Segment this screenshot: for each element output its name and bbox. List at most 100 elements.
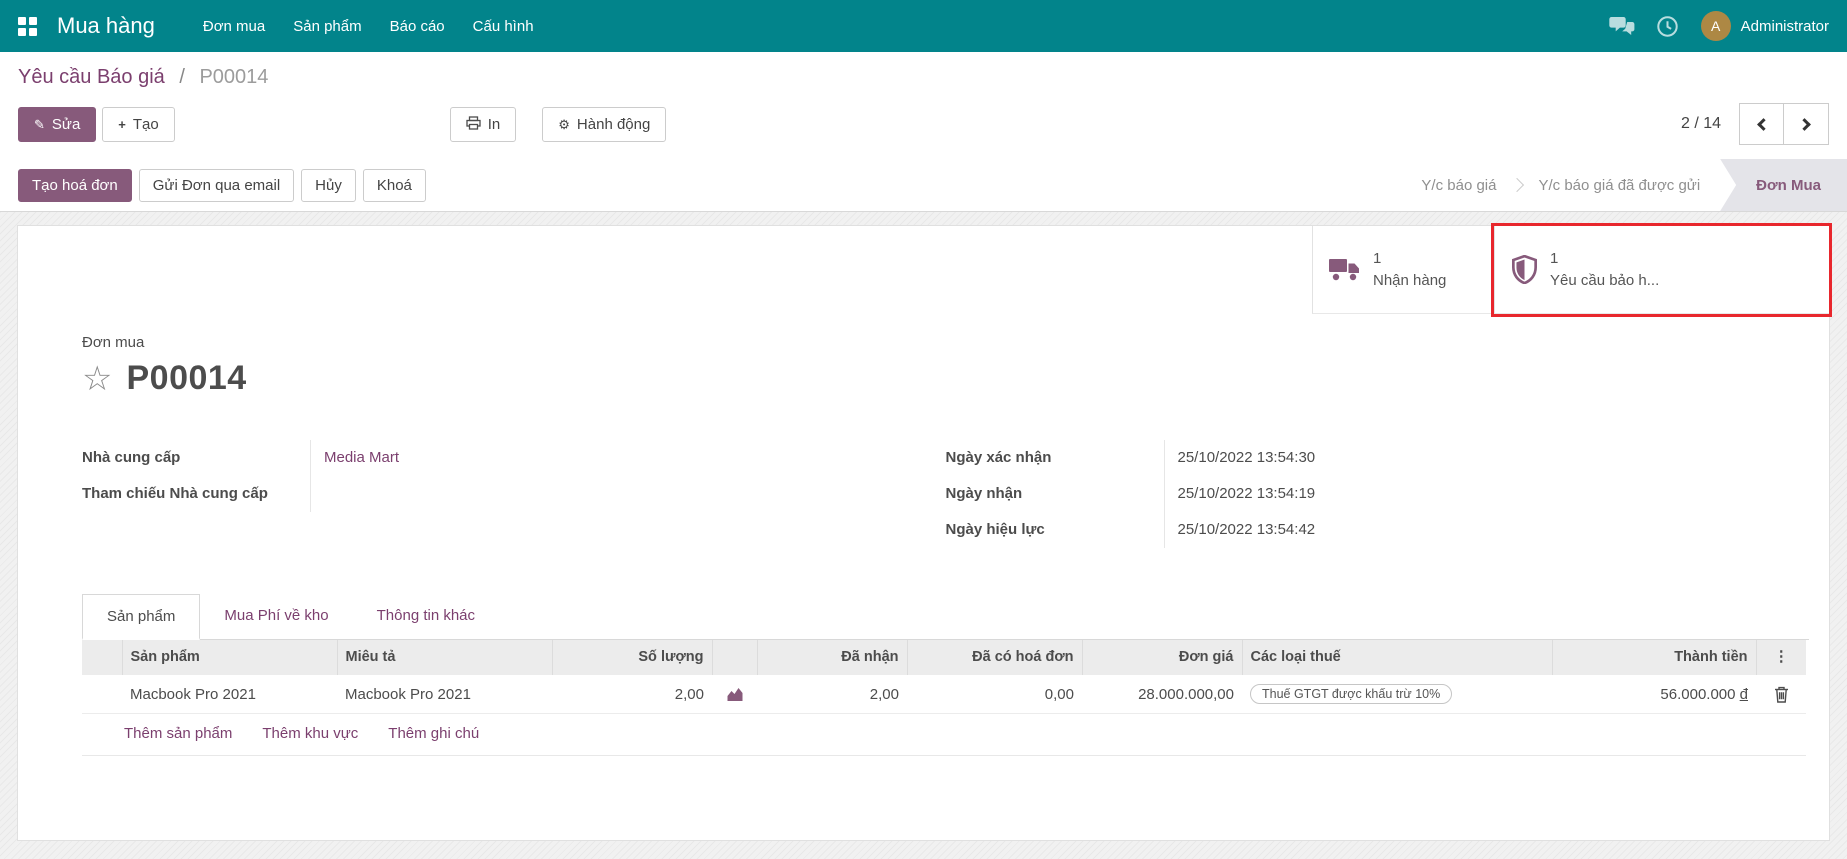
user-name: Administrator bbox=[1741, 18, 1829, 35]
user-menu[interactable]: A Administrator bbox=[1701, 11, 1829, 41]
pager-previous-button[interactable] bbox=[1739, 103, 1784, 145]
plus-icon: + bbox=[118, 118, 126, 131]
app-name[interactable]: Mua hàng bbox=[57, 13, 155, 39]
breadcrumb: Yêu cầu Báo giá / P00014 bbox=[18, 66, 1829, 89]
menu-san-pham[interactable]: Sản phẩm bbox=[279, 10, 375, 43]
cell-billed[interactable]: 0,00 bbox=[907, 675, 1082, 714]
messages-icon[interactable] bbox=[1609, 14, 1635, 38]
cell-forecast bbox=[712, 675, 757, 714]
cell-product[interactable]: Macbook Pro 2021 bbox=[122, 675, 337, 714]
order-lines-table: Sản phẩm Miêu tả Số lượng Đã nhận Đã có … bbox=[82, 640, 1806, 714]
vendor-value[interactable]: Media Mart bbox=[310, 440, 886, 476]
activities-clock-icon[interactable] bbox=[1655, 14, 1681, 38]
print-button[interactable]: In bbox=[450, 107, 517, 142]
shield-icon bbox=[1511, 255, 1538, 284]
breadcrumb-current: P00014 bbox=[199, 66, 268, 88]
receipt-date-value: 25/10/2022 13:54:19 bbox=[1164, 476, 1480, 512]
lock-button[interactable]: Khoá bbox=[363, 169, 426, 202]
document-title: P00014 bbox=[126, 359, 246, 398]
tax-tag[interactable]: Thuế GTGT được khấu trừ 10% bbox=[1250, 684, 1452, 704]
cell-quantity[interactable]: 2,00 bbox=[552, 675, 712, 714]
receipt-date-label: Ngày nhận bbox=[946, 476, 1164, 512]
add-section-link[interactable]: Thêm khu vực bbox=[262, 725, 358, 742]
receipt-count: 1 bbox=[1373, 248, 1446, 270]
receipt-label: Nhận hàng bbox=[1373, 270, 1446, 292]
header-quantity[interactable]: Số lượng bbox=[552, 640, 712, 675]
menu-bao-cao[interactable]: Báo cáo bbox=[376, 10, 459, 43]
cell-unit-price[interactable]: 28.000.000,00 bbox=[1082, 675, 1242, 714]
doc-type-label: Đơn mua bbox=[82, 334, 1809, 351]
receipt-smart-button[interactable]: 1 Nhận hàng bbox=[1312, 226, 1494, 314]
content-area: 1 Nhận hàng 1 Yêu cầu bảo h... Đơn bbox=[0, 212, 1847, 859]
menu-cau-hinh[interactable]: Cấu hình bbox=[459, 10, 548, 43]
smart-button-box: 1 Nhận hàng 1 Yêu cầu bảo h... bbox=[18, 226, 1829, 314]
line-add-links: Thêm sản phẩm Thêm khu vực Thêm ghi chú bbox=[82, 714, 1806, 756]
pencil-icon: ✎ bbox=[34, 118, 45, 131]
effective-date-value: 25/10/2022 13:54:42 bbox=[1164, 512, 1480, 548]
cell-received[interactable]: 2,00 bbox=[757, 675, 907, 714]
confirm-date-label: Ngày xác nhận bbox=[946, 440, 1164, 476]
left-field-group: Nhà cung cấp Media Mart Tham chiếu Nhà c… bbox=[82, 440, 946, 548]
pager-count: 2 / 14 bbox=[1681, 115, 1721, 133]
notebook-tabs: Sản phẩm Mua Phí về kho Thông tin khác bbox=[82, 594, 1809, 640]
control-panel: Yêu cầu Báo giá / P00014 ✎ Sửa + Tạo In bbox=[0, 52, 1847, 159]
header-subtotal[interactable]: Thành tiền bbox=[1552, 640, 1756, 675]
tab-other-info[interactable]: Thông tin khác bbox=[353, 594, 499, 639]
chevron-right-icon bbox=[1798, 118, 1811, 131]
optional-columns-toggle[interactable]: ⋮ bbox=[1756, 640, 1806, 675]
send-by-email-button[interactable]: Gửi Đơn qua email bbox=[139, 169, 294, 202]
right-field-group: Ngày xác nhận 25/10/2022 13:54:30 Ngày n… bbox=[946, 440, 1810, 548]
vendor-label: Nhà cung cấp bbox=[82, 440, 310, 476]
apps-grid-icon[interactable] bbox=[18, 17, 37, 36]
order-line-row[interactable]: Macbook Pro 2021 Macbook Pro 2021 2,00 2… bbox=[82, 675, 1806, 714]
chevron-left-icon bbox=[1757, 118, 1770, 131]
favorite-star-icon[interactable]: ☆ bbox=[82, 362, 112, 396]
cell-taxes[interactable]: Thuế GTGT được khấu trừ 10% bbox=[1242, 675, 1552, 714]
statusbar: Tạo hoá đơn Gửi Đơn qua email Hủy Khoá Y… bbox=[0, 159, 1847, 212]
vendor-reference-label: Tham chiếu Nhà cung cấp bbox=[82, 476, 310, 512]
row-handle-cell bbox=[82, 675, 122, 714]
forecast-chart-icon[interactable] bbox=[726, 686, 744, 703]
tab-products[interactable]: Sản phẩm bbox=[82, 594, 200, 640]
trash-icon[interactable] bbox=[1774, 685, 1789, 702]
header-unit-price[interactable]: Đơn giá bbox=[1082, 640, 1242, 675]
state-rfq-sent[interactable]: Y/c báo giá đã được gửi bbox=[1518, 159, 1720, 211]
warranty-count: 1 bbox=[1550, 248, 1659, 270]
effective-date-label: Ngày hiệu lực bbox=[946, 512, 1164, 548]
state-rfq[interactable]: Y/c báo giá bbox=[1401, 159, 1516, 211]
confirm-date-value: 25/10/2022 13:54:30 bbox=[1164, 440, 1480, 476]
breadcrumb-separator: / bbox=[179, 66, 185, 88]
pager-next-button[interactable] bbox=[1784, 103, 1829, 145]
header-billed[interactable]: Đã có hoá đơn bbox=[907, 640, 1082, 675]
breadcrumb-parent[interactable]: Yêu cầu Báo giá bbox=[18, 66, 165, 88]
header-taxes[interactable]: Các loại thuế bbox=[1242, 640, 1552, 675]
warranty-smart-button[interactable]: 1 Yêu cầu bảo h... bbox=[1494, 226, 1829, 314]
menu-don-mua[interactable]: Đơn mua bbox=[189, 10, 279, 43]
truck-icon bbox=[1329, 257, 1361, 282]
create-invoice-button[interactable]: Tạo hoá đơn bbox=[18, 169, 132, 202]
cell-description[interactable]: Macbook Pro 2021 bbox=[337, 675, 552, 714]
order-lines-section: Sản phẩm Miêu tả Số lượng Đã nhận Đã có … bbox=[18, 640, 1829, 756]
warranty-label: Yêu cầu bảo h... bbox=[1550, 270, 1659, 292]
header-received[interactable]: Đã nhận bbox=[757, 640, 907, 675]
add-note-link[interactable]: Thêm ghi chú bbox=[388, 725, 479, 742]
currency-symbol: đ bbox=[1740, 686, 1748, 703]
edit-button[interactable]: ✎ Sửa bbox=[18, 107, 96, 142]
tab-landed-costs[interactable]: Mua Phí về kho bbox=[200, 594, 352, 639]
state-purchase-order[interactable]: Đơn Mua bbox=[1720, 159, 1847, 211]
printer-icon bbox=[466, 116, 481, 132]
cancel-button[interactable]: Hủy bbox=[301, 169, 356, 202]
header-forecast-spacer bbox=[712, 640, 757, 675]
vertical-ellipsis-icon: ⋮ bbox=[1774, 648, 1789, 665]
header-product[interactable]: Sản phẩm bbox=[122, 640, 337, 675]
add-product-link[interactable]: Thêm sản phẩm bbox=[124, 725, 232, 742]
action-button[interactable]: ⚙ Hành động bbox=[542, 107, 666, 142]
cell-subtotal: 56.000.000 đ bbox=[1552, 675, 1756, 714]
vendor-reference-value[interactable] bbox=[310, 476, 886, 512]
handle-column-header bbox=[82, 640, 122, 675]
top-navbar: Mua hàng Đơn mua Sản phẩm Báo cáo Cấu hì… bbox=[0, 0, 1847, 52]
gear-icon: ⚙ bbox=[558, 118, 570, 131]
header-description[interactable]: Miêu tả bbox=[337, 640, 552, 675]
table-header-row: Sản phẩm Miêu tả Số lượng Đã nhận Đã có … bbox=[82, 640, 1806, 675]
create-button[interactable]: + Tạo bbox=[102, 107, 174, 142]
